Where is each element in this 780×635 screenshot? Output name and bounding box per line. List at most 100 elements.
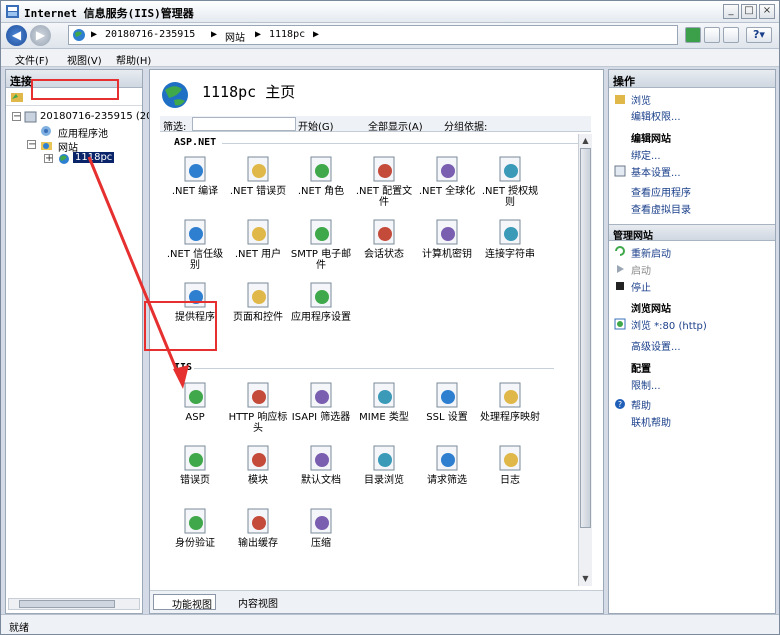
action-basic-settings[interactable]: 基本设置... <box>631 164 681 179</box>
action-browse[interactable]: 浏览 <box>631 92 651 107</box>
addr-sites[interactable]: 网站 <box>225 29 245 44</box>
feature-iis-7[interactable]: 模块 <box>225 443 291 486</box>
feature-aspnet-4[interactable]: .NET 全球化 <box>414 154 480 197</box>
close-button[interactable]: × <box>759 4 775 19</box>
feature-iis-8[interactable]: 默认文档 <box>288 443 354 486</box>
feature-aspnet-5[interactable]: .NET 授权规则 <box>477 154 543 208</box>
page-title: 1118pc 主页 <box>202 83 296 101</box>
tree-server[interactable]: 20180716-235915 (201 <box>40 111 159 122</box>
addr-site[interactable]: 1118pc <box>269 29 305 40</box>
action-stop[interactable]: 停止 <box>631 279 651 294</box>
tree-expand-site[interactable]: + <box>44 154 53 164</box>
feature-iis-12[interactable]: 身份验证 <box>162 506 228 549</box>
section-aspnet: ASP.NET <box>174 137 217 148</box>
action-online-help[interactable]: 联机帮助 <box>631 414 671 429</box>
feature-label: 压缩 <box>311 538 331 549</box>
tree-app-pools[interactable]: 应用程序池 <box>58 125 108 140</box>
feature-iis-4[interactable]: SSL 设置 <box>414 380 480 423</box>
filter-bar: 筛选: 开始(G) 全部显示(A) 分组依据: <box>160 116 591 133</box>
feature-aspnet-7[interactable]: .NET 用户 <box>225 217 291 260</box>
feature-label: 计算机密钥 <box>422 249 472 260</box>
show-all-button[interactable]: 全部显示(A) <box>368 118 423 133</box>
feature-iis-1[interactable]: HTTP 响应标头 <box>225 380 291 434</box>
action-view-applications[interactable]: 查看应用程序 <box>631 184 691 199</box>
action-limits[interactable]: 限制... <box>631 377 661 392</box>
menu-help[interactable]: 帮助(H) <box>116 52 151 67</box>
filter-input[interactable] <box>192 117 296 131</box>
status-bar: 就绪 <box>1 614 779 634</box>
features-vscroll[interactable]: ▲ ▼ <box>578 134 592 586</box>
feature-label: 会话状态 <box>364 249 404 260</box>
feature-iis-13[interactable]: 输出缓存 <box>225 506 291 549</box>
feature-aspnet-14[interactable]: 应用程序设置 <box>288 280 354 323</box>
menu-bar: 文件(F) 视图(V) 帮助(H) <box>1 49 779 67</box>
feature-iis-3[interactable]: MIME 类型 <box>351 380 417 423</box>
group-by-label[interactable]: 分组依据: <box>444 118 487 133</box>
scroll-up-arrow[interactable]: ▲ <box>579 134 592 147</box>
help-icon[interactable]: ?▾ <box>746 27 772 43</box>
feature-icon <box>184 445 206 471</box>
annotation-arrow <box>87 156 189 389</box>
action-restart[interactable]: 重新启动 <box>631 245 671 260</box>
feature-aspnet-11[interactable]: 连接字符串 <box>477 217 543 260</box>
addr-server[interactable]: 20180716-235915 <box>105 29 195 40</box>
maximize-button[interactable]: □ <box>741 4 757 19</box>
feature-aspnet-8[interactable]: SMTP 电子邮件 <box>288 217 354 271</box>
feature-icon <box>373 445 395 471</box>
action-browse-80[interactable]: 浏览 *:80 (http) <box>631 317 707 332</box>
connections-hscroll[interactable] <box>8 598 140 610</box>
window-title: Internet 信息服务(IIS)管理器 <box>24 7 194 20</box>
feature-aspnet-1[interactable]: .NET 错误页 <box>225 154 291 197</box>
feature-icon <box>499 445 521 471</box>
globe-icon <box>73 29 85 41</box>
minimize-button[interactable]: _ <box>723 4 739 19</box>
hscroll-thumb[interactable] <box>19 600 115 608</box>
menu-file[interactable]: 文件(F) <box>15 52 49 67</box>
refresh-icon[interactable] <box>685 27 701 43</box>
feature-iis-6[interactable]: 错误页 <box>162 443 228 486</box>
connect-icon[interactable] <box>10 91 24 103</box>
action-bindings[interactable]: 绑定... <box>631 147 661 162</box>
forward-button[interactable]: ▶ <box>30 25 51 46</box>
action-view-virtual-dirs[interactable]: 查看虚拟目录 <box>631 201 691 216</box>
home-icon[interactable] <box>723 27 739 43</box>
action-advanced-settings[interactable]: 高级设置... <box>631 338 681 353</box>
back-button[interactable]: ◀ <box>6 25 27 46</box>
feature-label: 目录浏览 <box>364 475 404 486</box>
feature-aspnet-13[interactable]: 页面和控件 <box>225 280 291 323</box>
tree-collapse-sites[interactable]: − <box>27 140 36 150</box>
server-icon <box>24 111 37 123</box>
tab-features-view[interactable]: 功能视图 <box>153 594 216 611</box>
feature-aspnet-9[interactable]: 会话状态 <box>351 217 417 260</box>
feature-iis-11[interactable]: 日志 <box>477 443 543 486</box>
feature-icon <box>247 282 269 308</box>
scroll-thumb[interactable] <box>580 148 591 528</box>
highlight-box-site <box>31 79 119 100</box>
action-start[interactable]: 启动 <box>631 262 651 277</box>
address-path[interactable]: ▶ 20180716-235915 ▶ 网站 ▶ 1118pc ▶ <box>68 25 678 45</box>
feature-iis-2[interactable]: ISAPI 筛选器 <box>288 380 354 423</box>
feature-label: .NET 角色 <box>297 186 345 197</box>
stop-icon[interactable] <box>704 27 720 43</box>
iis-manager-window: Internet 信息服务(IIS)管理器 _ □ × ◀ ▶ ▶ 201807… <box>0 0 780 635</box>
feature-aspnet-2[interactable]: .NET 角色 <box>288 154 354 197</box>
feature-icon <box>499 219 521 245</box>
feature-iis-5[interactable]: 处理程序映射 <box>477 380 543 423</box>
action-edit-permissions[interactable]: 编辑权限... <box>631 108 681 123</box>
scroll-down-arrow[interactable]: ▼ <box>579 572 592 585</box>
action-help[interactable]: 帮助 <box>631 397 651 412</box>
actions-pane: 操作 浏览 编辑权限... 编辑网站 绑定... 基本设置... 查看应用程序 … <box>608 69 776 614</box>
features-pane: 1118pc 主页 筛选: 开始(G) 全部显示(A) 分组依据: ASP.NE… <box>149 69 604 614</box>
feature-iis-10[interactable]: 请求筛选 <box>414 443 480 486</box>
feature-aspnet-10[interactable]: 计算机密钥 <box>414 217 480 260</box>
feature-iis-14[interactable]: 压缩 <box>288 506 354 549</box>
feature-aspnet-3[interactable]: .NET 配置文件 <box>351 154 417 208</box>
view-tabs: 功能视图 内容视图 <box>150 590 603 613</box>
tab-content-view[interactable]: 内容视图 <box>220 594 281 610</box>
feature-label: HTTP 响应标头 <box>228 412 288 434</box>
feature-label: .NET 错误页 <box>229 186 287 197</box>
filter-start-button[interactable]: 开始(G) <box>298 118 334 133</box>
feature-iis-9[interactable]: 目录浏览 <box>351 443 417 486</box>
tree-collapse-server[interactable]: − <box>12 112 21 122</box>
menu-view[interactable]: 视图(V) <box>67 52 102 67</box>
